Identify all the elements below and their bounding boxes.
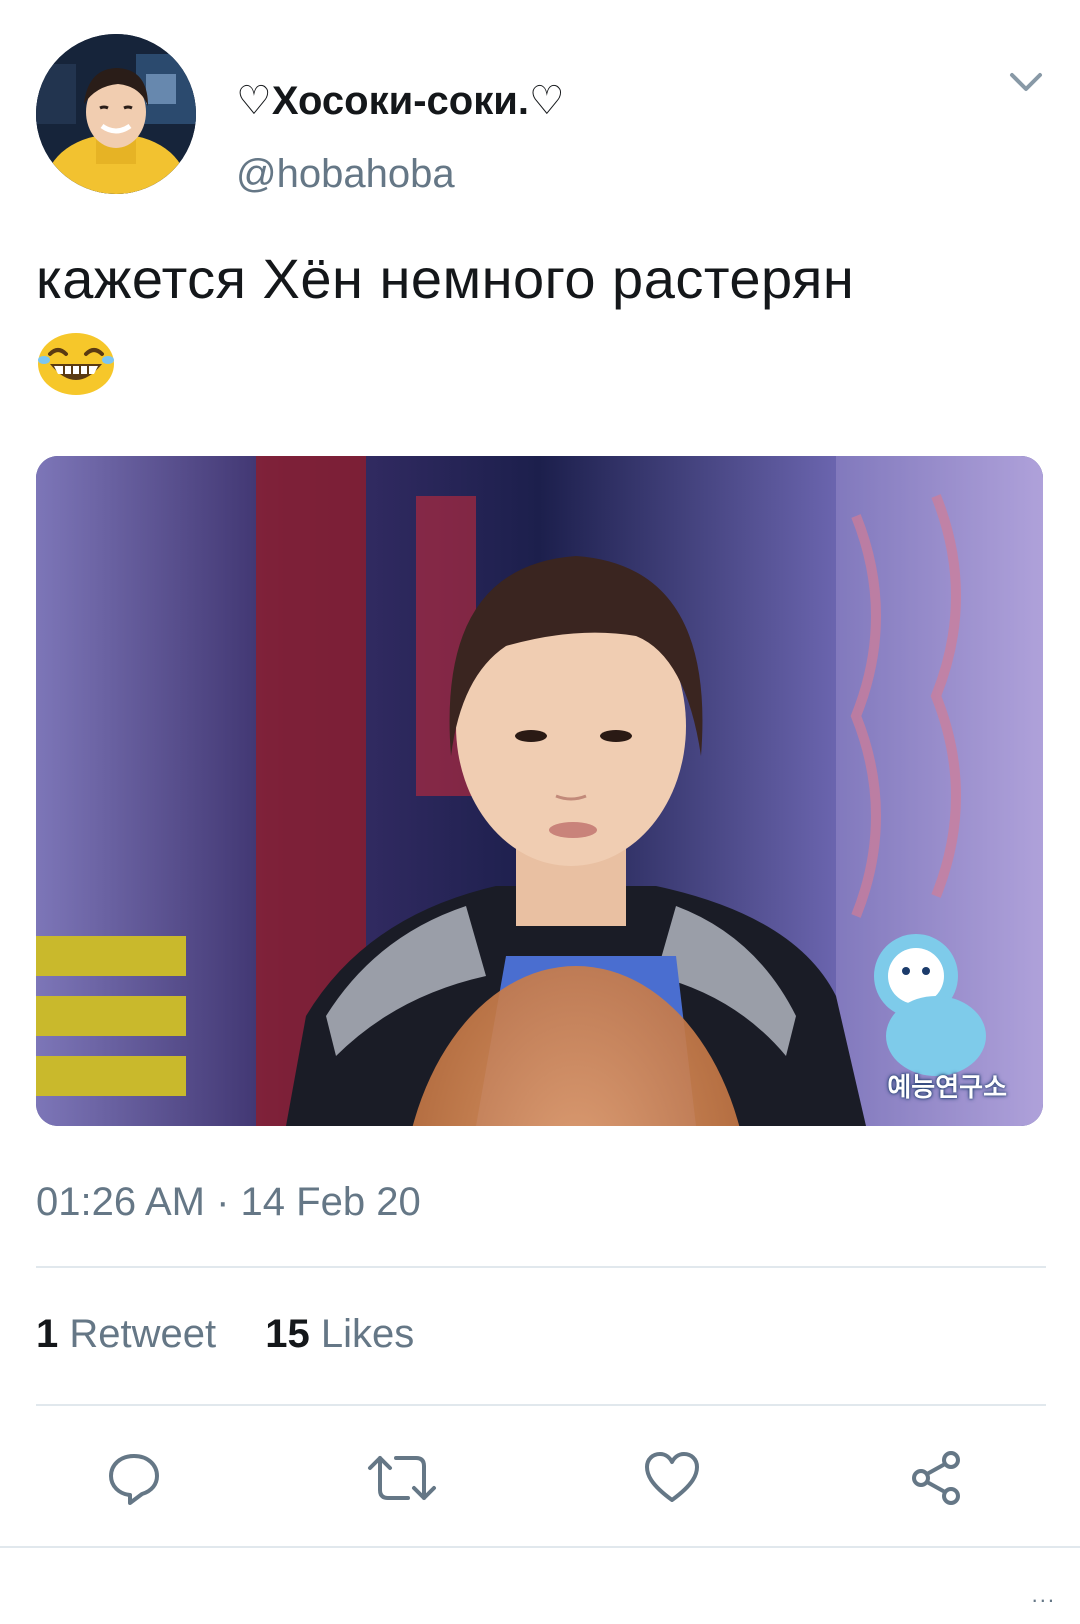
- tweet-header: ♡Хосоки-соки.♡ @hobahoba: [36, 34, 1046, 198]
- tweet-text: кажется Хён немного растерян: [36, 247, 855, 310]
- tweet-detail: ♡Хосоки-соки.♡ @hobahoba кажется Хён нем…: [0, 0, 1080, 1624]
- laughing-emoji-icon: [36, 330, 116, 396]
- retweets-label: Retweet: [69, 1312, 217, 1356]
- avatar-image: [36, 34, 196, 194]
- retweets-stat[interactable]: 1 Retweet: [36, 1312, 216, 1357]
- photo: [36, 456, 1043, 1126]
- share-icon: [912, 1451, 960, 1505]
- reply-button[interactable]: [98, 1442, 170, 1514]
- like-button[interactable]: [636, 1442, 708, 1514]
- divider: [36, 1266, 1046, 1268]
- share-button[interactable]: [900, 1442, 972, 1514]
- more-indicator[interactable]: ...: [1032, 1582, 1056, 1608]
- likes-label: Likes: [320, 1312, 415, 1356]
- chevron-down-icon[interactable]: [1006, 62, 1046, 102]
- retweet-icon: [368, 1456, 436, 1500]
- likes-count: 15: [265, 1312, 310, 1356]
- media-watermark: 예능연구소: [887, 1073, 1007, 1103]
- tweet-stats: 1 Retweet 15 Likes: [36, 1312, 414, 1357]
- divider: [0, 1546, 1080, 1548]
- tweet-actions: [0, 1442, 1080, 1522]
- likes-stat[interactable]: 15 Likes: [265, 1312, 414, 1357]
- tweet-timestamp: 01:26 AM · 14 Feb 20: [36, 1180, 421, 1224]
- user-handle[interactable]: @hobahoba: [236, 152, 455, 197]
- retweet-button[interactable]: [366, 1442, 438, 1514]
- display-name[interactable]: ♡Хосоки-соки.♡: [236, 78, 565, 124]
- tweet-media-image[interactable]: 예능연구소: [36, 456, 1043, 1126]
- retweets-count: 1: [36, 1312, 59, 1356]
- divider: [36, 1404, 1046, 1406]
- avatar[interactable]: [36, 34, 196, 194]
- heart-icon: [645, 1452, 699, 1502]
- reply-icon: [109, 1454, 159, 1505]
